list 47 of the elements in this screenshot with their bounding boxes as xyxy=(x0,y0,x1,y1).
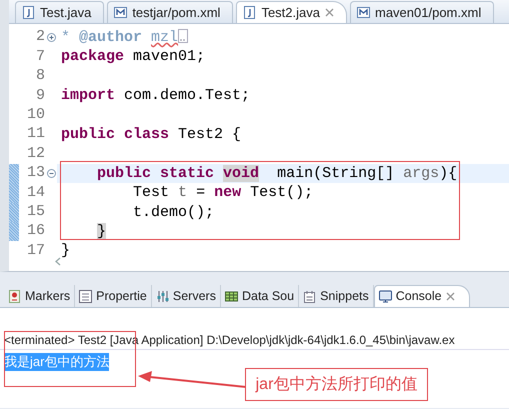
console-output: 我是jar包中的方法 xyxy=(4,353,110,371)
line-number: 2 xyxy=(34,27,45,48)
line-number: 13 xyxy=(26,163,45,184)
line-number: 7 xyxy=(34,46,45,67)
snippets-icon xyxy=(303,290,316,302)
code-line: } xyxy=(60,241,72,261)
line-number: 11 xyxy=(26,124,45,144)
java-file-icon xyxy=(22,6,35,19)
folded-text-icon[interactable] xyxy=(178,29,188,43)
tab[interactable]: maven01/pom.xml xyxy=(350,1,494,23)
properties-icon xyxy=(79,290,92,302)
line-number: 12 xyxy=(26,144,45,164)
line-number: 14 xyxy=(26,182,45,203)
callout-label: jar包中方法所打印的值 xyxy=(245,368,428,401)
code-line: package maven01; xyxy=(60,47,206,67)
servers-icon xyxy=(156,290,169,302)
expand-icon[interactable] xyxy=(46,33,56,42)
tab[interactable]: Console xyxy=(374,285,470,307)
console-icon xyxy=(378,290,392,303)
tab[interactable]: Test.java xyxy=(15,1,104,23)
tab[interactable]: Snippets xyxy=(299,285,374,307)
maven-file-icon xyxy=(357,6,370,19)
tab[interactable]: Servers xyxy=(152,285,221,307)
line-number: 15 xyxy=(26,202,45,222)
close-icon[interactable] xyxy=(325,8,334,17)
code-line: t.demo(); xyxy=(132,202,216,222)
close-icon[interactable] xyxy=(446,292,455,301)
code-line: import com.demo.Test; xyxy=(60,86,252,106)
line-number: 17 xyxy=(26,240,45,261)
code-line: Test t = new Test(); xyxy=(132,183,314,203)
tab[interactable]: testjar/pom.xml xyxy=(107,1,234,23)
line-number: 16 xyxy=(26,221,45,242)
scroll-left-icon[interactable] xyxy=(55,256,61,266)
markers-icon xyxy=(8,290,21,302)
code-line: public class Test2 { xyxy=(60,124,242,144)
code-line: * @author mzl xyxy=(57,28,509,48)
tab[interactable]: Data Sou xyxy=(220,285,300,307)
tab[interactable]: Markers xyxy=(4,285,76,307)
java-file-icon xyxy=(243,6,256,19)
database-icon xyxy=(224,290,238,302)
maven-file-icon xyxy=(114,6,128,19)
line-number: 9 xyxy=(34,86,45,106)
line-number: 10 xyxy=(26,105,45,126)
tab[interactable]: Propertie xyxy=(75,285,152,307)
tab[interactable]: Test2.java xyxy=(236,1,347,23)
collapse-icon[interactable] xyxy=(46,168,56,178)
line-number: 8 xyxy=(34,66,45,86)
